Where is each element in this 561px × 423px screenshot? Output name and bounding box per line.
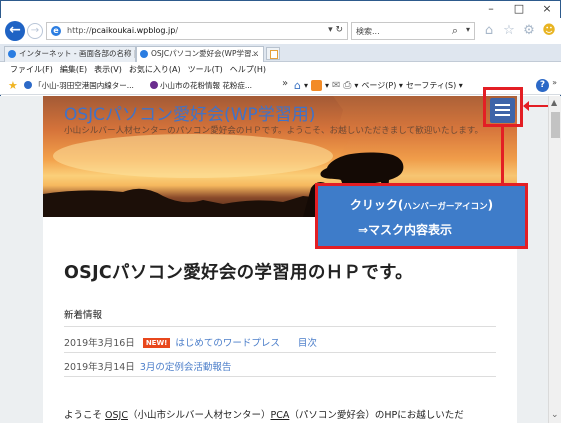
home-icon[interactable]: ⌂ <box>481 23 497 39</box>
news-date: 2019年3月14日 <box>64 362 135 373</box>
callout-line2: ⇒マスク内容表示 <box>358 223 453 237</box>
minimize-button[interactable]: – <box>477 0 505 18</box>
menu-view[interactable]: 表示(V) <box>94 62 122 77</box>
new-tab-button[interactable] <box>266 47 280 60</box>
url-domain: pcaikoukai.wpblog.jp <box>91 26 176 35</box>
site-description: 小山シルバー人材センターのパソコン愛好会のＨＰです。ようこそ、お越しいただきまし… <box>64 126 484 136</box>
annotation-arrow-icon <box>523 101 548 111</box>
page-viewport: OSJCパソコン愛好会(WP学習用) 小山シルバー人材センターのパソコン愛好会の… <box>0 96 548 423</box>
url-text[interactable]: http://pcaikoukai.wpblog.jp/ <box>67 26 178 35</box>
scroll-down-icon[interactable]: ⌄ <box>551 410 559 420</box>
tab-label: OSJCパソコン愛好会(WP学習... <box>151 49 259 58</box>
menu-bar: ファイル(F) 編集(E) 表示(V) お気に入り(A) ツール(T) ヘルプ(… <box>0 62 561 77</box>
tab-bar: インターネット - 画面各部の名称 | ... OSJCパソコン愛好会(WP学習… <box>0 44 561 62</box>
menu-tools[interactable]: ツール(T) <box>188 62 223 77</box>
highlight-box <box>483 87 523 127</box>
news-link[interactable]: 3月の定例会活動報告 <box>140 362 232 373</box>
address-bar-row: ← → e http://pcaikoukai.wpblog.jp/ ▾ ↻ 検… <box>0 18 561 44</box>
favorites-star-icon[interactable]: ☆ <box>501 23 517 39</box>
news-divider <box>64 326 496 327</box>
menu-edit[interactable]: 編集(E) <box>60 62 87 77</box>
search-input[interactable]: 検索... ⌕ ▾ <box>351 22 475 40</box>
favorites-bar: ★ 「小山-羽田空港国内線ター... 小山市の花粉情報 花粉症... » ⌂ ▾ … <box>0 77 561 95</box>
tab-page-icon <box>8 50 16 58</box>
favorites-star-icon[interactable]: ★ <box>8 79 18 92</box>
command-bar: ⌂ ▾ ▾ ✉ ⎙ ▾ ページ(P) ▾ セーフティ(S) ▾ <box>294 79 463 92</box>
help-icon[interactable]: ? <box>536 79 549 92</box>
home-icon[interactable]: ⌂ <box>294 79 301 92</box>
news-item: 2019年3月14日 3月の定例会活動報告 <box>64 359 231 373</box>
page-menu[interactable]: ページ(P) ▾ <box>361 80 402 91</box>
menu-favorites[interactable]: お気に入り(A) <box>129 62 181 77</box>
news-item: 2019年3月16日 NEW! はじめてのワードプレス 目次 <box>64 335 317 349</box>
maximize-button[interactable]: □ <box>505 0 533 18</box>
menu-help[interactable]: ヘルプ(H) <box>230 62 266 77</box>
rss-icon[interactable] <box>311 80 322 91</box>
tab-close-icon[interactable]: × <box>252 47 259 61</box>
news-link[interactable]: はじめてのワードプレス <box>175 338 280 349</box>
back-arrow-icon[interactable]: ← <box>5 21 25 41</box>
safety-menu[interactable]: セーフティ(S) ▾ <box>406 80 463 91</box>
tab-label: インターネット - 画面各部の名称 | ... <box>19 49 136 58</box>
news-link[interactable]: 目次 <box>298 338 317 349</box>
print-icon[interactable]: ⎙ <box>343 80 351 91</box>
callout-line1: クリック(ハンバーガーアイコン) <box>349 198 494 212</box>
forward-arrow-icon[interactable]: → <box>27 23 43 39</box>
favorite-item[interactable]: 「小山-羽田空港国内線ター... <box>24 80 134 91</box>
favorite-site-icon <box>150 81 158 89</box>
annotation-connector <box>501 127 504 183</box>
feedback-smile-icon[interactable]: ☻ <box>541 23 557 39</box>
favorite-item[interactable]: 小山市の花粉情報 花粉症... <box>150 80 252 91</box>
menu-file[interactable]: ファイル(F) <box>10 62 53 77</box>
news-divider <box>64 376 496 377</box>
pca-link[interactable]: PCA <box>271 410 290 421</box>
site-title[interactable]: OSJCパソコン愛好会(WP学習用) <box>64 100 315 125</box>
search-placeholder: 検索... <box>356 27 380 36</box>
window-controls: – □ × <box>477 0 561 18</box>
tab-page-icon <box>140 50 148 58</box>
refresh-icon[interactable]: ▾ ↻ <box>328 25 343 35</box>
news-divider <box>64 352 496 353</box>
search-dropdown-icon[interactable]: ▾ <box>466 25 470 34</box>
mail-icon[interactable]: ✉ <box>332 80 340 91</box>
search-icon[interactable]: ⌕ <box>452 24 458 38</box>
osjc-link[interactable]: OSJC <box>105 410 128 421</box>
new-badge: NEW! <box>142 338 171 348</box>
annotation-callout: クリック(ハンバーガーアイコン) ⇒マスク内容表示 <box>315 183 528 249</box>
scroll-up-icon[interactable]: ▲ <box>551 98 557 107</box>
close-window-button[interactable]: × <box>533 0 561 18</box>
ie-page-icon: e <box>51 26 61 36</box>
settings-gear-icon[interactable]: ⚙ <box>521 23 537 39</box>
toolbar-icons: ⌂ ☆ ⚙ ☻ <box>481 23 557 39</box>
url-field[interactable]: e http://pcaikoukai.wpblog.jp/ ▾ ↻ <box>46 22 348 40</box>
welcome-text: ようこそ OSJC（小山市シルバー人材センター）PCA（パソコン愛好会）のHPに… <box>64 410 464 421</box>
command-overflow-icon[interactable]: » <box>552 78 557 87</box>
news-date: 2019年3月16日 <box>64 338 135 349</box>
page-heading: OSJCパソコン愛好会の学習用のＨＰです。 <box>64 263 413 283</box>
vertical-scrollbar[interactable]: ▲ ⌄ <box>548 96 561 423</box>
tab-internet-names[interactable]: インターネット - 画面各部の名称 | ... <box>4 46 136 62</box>
tab-osjc[interactable]: OSJCパソコン愛好会(WP学習... × <box>136 46 264 62</box>
scroll-thumb[interactable] <box>551 112 560 138</box>
news-title: 新着情報 <box>64 310 103 321</box>
favorite-site-icon <box>24 81 32 89</box>
favorites-overflow-icon[interactable]: » <box>282 78 288 89</box>
